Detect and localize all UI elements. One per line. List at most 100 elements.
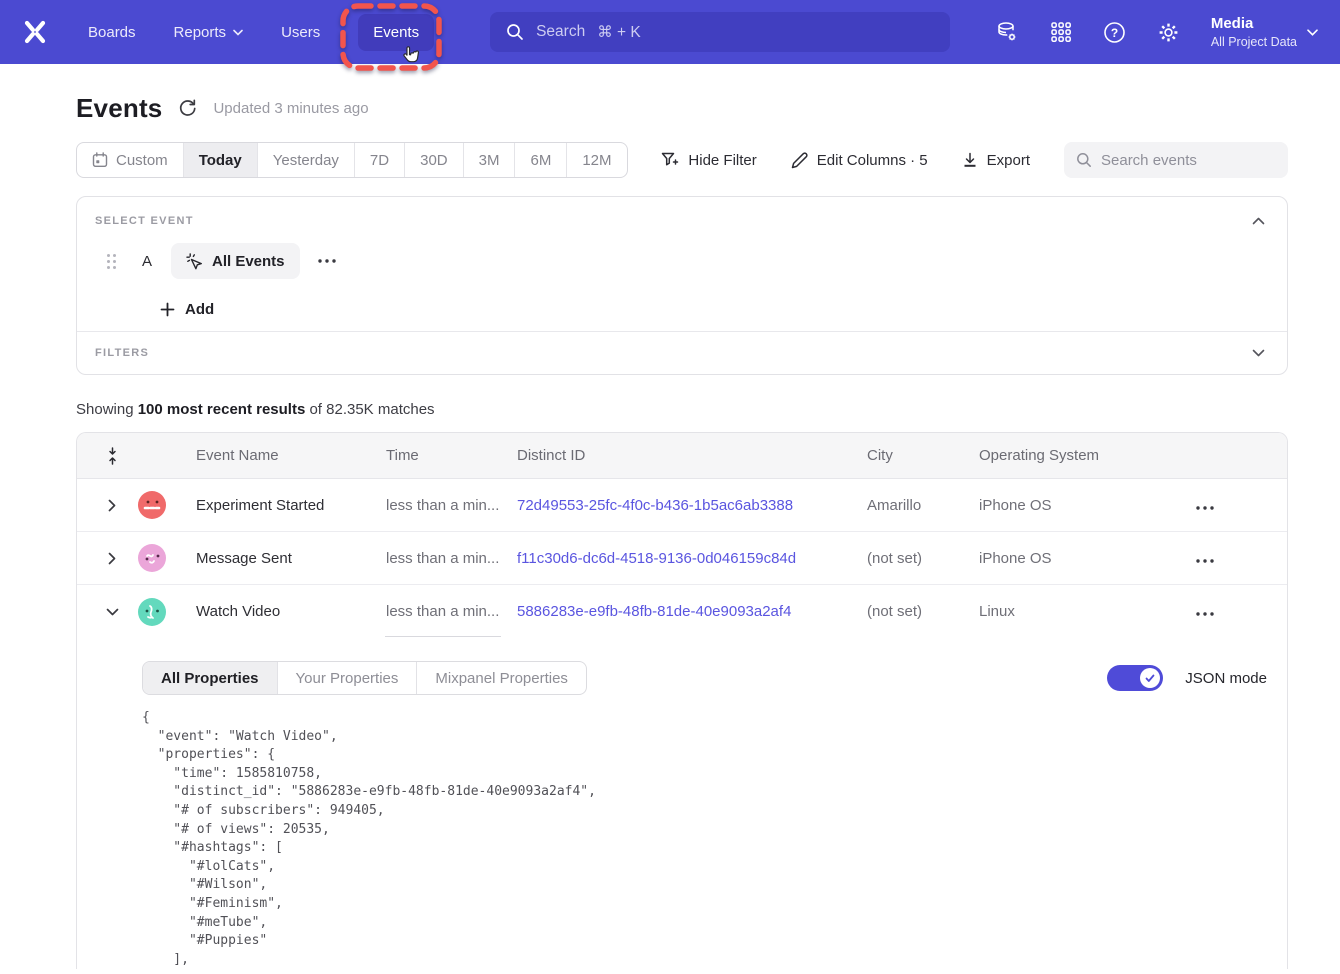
download-icon: [962, 152, 978, 169]
range-30d[interactable]: 30D: [404, 143, 463, 177]
nav-item-reports[interactable]: Reports: [174, 24, 244, 41]
cell-event-name: Watch Video: [179, 603, 386, 620]
drag-handle-icon[interactable]: [106, 253, 117, 270]
add-event-button[interactable]: Add: [160, 299, 240, 319]
hide-filter-label: Hide Filter: [688, 152, 756, 169]
range-7d[interactable]: 7D: [354, 143, 404, 177]
range-custom-label: Custom: [116, 152, 168, 169]
page-title: Events: [76, 93, 162, 124]
table-row[interactable]: Experiment Started less than a min... 72…: [77, 479, 1287, 532]
edit-columns-button[interactable]: Edit Columns · 5: [791, 152, 928, 169]
chevron-down-icon: [233, 29, 243, 36]
search-events-input[interactable]: Search events: [1064, 142, 1288, 178]
selected-event-name: All Events: [212, 253, 285, 270]
cell-city: Amarillo: [867, 497, 979, 514]
hide-filter-button[interactable]: Hide Filter: [661, 152, 756, 169]
filters-label: FILTERS: [95, 347, 149, 359]
results-summary-count: 100 most recent results: [138, 401, 306, 418]
expand-section-icon[interactable]: [1252, 349, 1265, 357]
query-builder-panel: SELECT EVENT A: [76, 196, 1288, 375]
project-selector[interactable]: Media All Project Data: [1211, 14, 1318, 50]
cell-os: Linux: [979, 603, 1187, 620]
cell-os: iPhone OS: [979, 550, 1187, 567]
global-search-input[interactable]: Search ⌘ + K: [490, 12, 950, 52]
range-today[interactable]: Today: [183, 143, 257, 177]
event-clause-letter: A: [142, 253, 154, 270]
events-table: Event Name Time Distinct ID City Operati…: [76, 432, 1288, 969]
add-event-label: Add: [185, 301, 214, 318]
results-summary: Showing 100 most recent results of 82.35…: [76, 401, 1288, 418]
column-header-time[interactable]: Time: [386, 447, 517, 464]
cell-distinct-id-link[interactable]: 72d49553-25fc-4f0c-b436-1b5ac6ab3388: [517, 497, 793, 514]
export-button[interactable]: Export: [962, 152, 1030, 169]
column-header-os[interactable]: Operating System: [979, 447, 1187, 464]
calendar-icon: [92, 152, 108, 168]
cell-time: less than a min...: [386, 603, 517, 620]
event-selector-pill[interactable]: All Events: [171, 243, 300, 279]
row-collapse-chevron[interactable]: [99, 608, 125, 616]
nav-item-reports-label: Reports: [174, 24, 227, 41]
row-expand-chevron[interactable]: [99, 499, 125, 512]
row-expand-chevron[interactable]: [99, 552, 125, 565]
top-navbar: Boards Reports Users Events Search ⌘ + K: [0, 0, 1340, 64]
table-row[interactable]: Message Sent less than a min... f11c30d6…: [77, 532, 1287, 585]
refresh-icon[interactable]: [178, 99, 197, 118]
ellipsis-icon: [1196, 612, 1214, 616]
help-icon[interactable]: ?: [1103, 20, 1127, 44]
json-mode-toggle[interactable]: [1107, 665, 1163, 691]
column-header-city[interactable]: City: [867, 447, 979, 464]
range-custom[interactable]: Custom: [77, 143, 183, 177]
cell-os: iPhone OS: [979, 497, 1187, 514]
nav-item-events-wrapper: Events: [358, 14, 434, 51]
mixpanel-logo[interactable]: [22, 19, 48, 45]
last-updated-text: Updated 3 minutes ago: [213, 100, 368, 117]
cell-event-name: Experiment Started: [179, 497, 386, 514]
settings-gear-icon[interactable]: [1157, 20, 1181, 44]
row-actions-button[interactable]: [1187, 550, 1287, 567]
check-icon: [1145, 674, 1155, 683]
svg-text:?: ?: [1111, 26, 1118, 40]
cell-event-name: Message Sent: [179, 550, 386, 567]
row-actions-button[interactable]: [1187, 497, 1287, 514]
column-header-event-name[interactable]: Event Name: [179, 447, 386, 464]
event-avatar: [138, 491, 166, 519]
tab-all-properties[interactable]: All Properties: [143, 662, 277, 694]
cell-city: (not set): [867, 603, 979, 620]
data-management-icon[interactable]: [995, 20, 1019, 44]
event-avatar: [138, 598, 166, 626]
apps-grid-icon[interactable]: [1049, 20, 1073, 44]
tab-mixpanel-properties[interactable]: Mixpanel Properties: [416, 662, 586, 694]
cell-city: (not set): [867, 550, 979, 567]
range-yesterday[interactable]: Yesterday: [257, 143, 354, 177]
cell-time: less than a min...: [386, 497, 517, 514]
nav-item-users[interactable]: Users: [281, 24, 320, 41]
nav-item-events[interactable]: Events: [358, 14, 434, 51]
hand-pointer-cursor-icon: [400, 44, 422, 68]
plus-icon: [160, 302, 175, 317]
cell-time: less than a min...: [386, 550, 517, 567]
nav-item-boards[interactable]: Boards: [88, 24, 136, 41]
event-avatar: [138, 544, 166, 572]
cell-distinct-id-link[interactable]: 5886283e-e9fb-48fb-81de-40e9093a2af4: [517, 603, 791, 620]
collapse-section-icon[interactable]: [1252, 217, 1265, 225]
range-6m[interactable]: 6M: [514, 143, 566, 177]
event-more-options-button[interactable]: [318, 259, 336, 263]
column-header-distinct-id[interactable]: Distinct ID: [517, 447, 867, 464]
edit-columns-label: Edit Columns · 5: [817, 152, 928, 169]
search-icon: [1076, 152, 1092, 168]
cell-distinct-id-link[interactable]: f11c30d6-dc6d-4518-9136-0d046159c84d: [517, 550, 796, 567]
tab-your-properties[interactable]: Your Properties: [277, 662, 417, 694]
json-mode-label: JSON mode: [1185, 670, 1267, 687]
funnel-plus-icon: [661, 152, 679, 169]
time-column-underline: [385, 636, 501, 637]
global-search-placeholder: Search: [536, 23, 585, 41]
chevron-down-icon: [1307, 29, 1318, 36]
range-3m[interactable]: 3M: [463, 143, 515, 177]
filters-section-toggle[interactable]: FILTERS: [77, 331, 1287, 374]
range-12m[interactable]: 12M: [566, 143, 626, 177]
table-header-row: Event Name Time Distinct ID City Operati…: [77, 433, 1287, 479]
row-actions-button[interactable]: [1187, 603, 1287, 620]
event-detail-panel: All Properties Your Properties Mixpanel …: [77, 638, 1287, 969]
collapse-all-rows-icon[interactable]: [107, 447, 118, 465]
table-row-expanded[interactable]: Watch Video less than a min... 5886283e-…: [77, 585, 1287, 638]
